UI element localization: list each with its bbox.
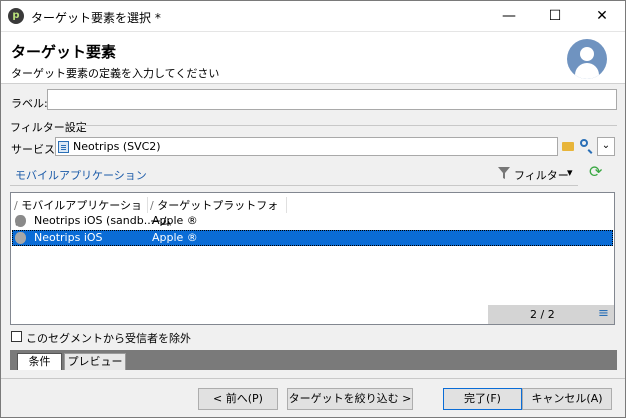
column-header-platform[interactable]: ∕ ターゲットプラットフォーム (150, 197, 287, 228)
exclude-checkbox-label: このセグメントから受信者を除外 (26, 332, 191, 345)
service-dropdown-button[interactable]: ⌄ (597, 137, 615, 156)
filter-icon (498, 167, 510, 179)
service-caption: サービス: (11, 143, 59, 156)
record-count: 2 / 2 (530, 308, 555, 321)
service-icon (58, 141, 69, 153)
column-header-app[interactable]: ∕ モバイルアプリケーション (14, 197, 148, 228)
table-row-selected[interactable]: Neotrips iOS Apple ® (12, 230, 613, 246)
folder-button[interactable] (559, 137, 577, 156)
exclude-checkbox[interactable] (11, 331, 22, 342)
apple-icon (15, 232, 26, 244)
chevron-down-icon: ⌄ (601, 140, 611, 151)
list-menu-icon[interactable]: ≡ (598, 306, 609, 321)
platform-cell: Apple ® (152, 214, 198, 227)
dialog-window: p ターゲット要素を選択 * — ☐ ✕ ターゲット要素 ターゲット要素の定義を… (0, 0, 626, 418)
mobile-app-grid: ∕ モバイルアプリケーション ∕ ターゲットプラットフォーム Neotrips … (10, 192, 615, 325)
platform-cell: Apple ® (152, 231, 198, 244)
tab-preview[interactable]: プレビュー (64, 353, 126, 370)
footer-divider (1, 378, 625, 379)
label-caption: ラベル: (11, 97, 48, 110)
app-icon: p (8, 8, 24, 24)
search-icon (580, 139, 588, 147)
window-title: ターゲット要素を選択 * (31, 11, 161, 25)
app-name-cell: Neotrips iOS (sandb... (34, 214, 155, 227)
finish-button[interactable]: 完了(F) (443, 388, 522, 410)
label-input[interactable] (47, 89, 617, 110)
maximize-button[interactable]: ☐ (532, 1, 578, 31)
grid-footer: 2 / 2 ≡ (488, 305, 614, 324)
app-name-cell: Neotrips iOS (34, 231, 103, 244)
apple-icon (15, 215, 26, 227)
dialog-header: ターゲット要素 ターゲット要素の定義を入力してください (1, 31, 625, 84)
filter-dropdown-arrow[interactable]: ▾ (567, 166, 573, 179)
refresh-icon[interactable]: ⟳ (589, 162, 602, 181)
close-button[interactable]: ✕ (579, 1, 625, 31)
service-field[interactable]: Neotrips (SVC2) (55, 137, 558, 156)
folder-icon (562, 142, 574, 151)
prev-button[interactable]: < 前へ(P) (198, 388, 278, 410)
header-subtitle: ターゲット要素の定義を入力してください (11, 67, 220, 80)
user-avatar-icon (567, 39, 607, 79)
header-title: ターゲット要素 (11, 43, 117, 61)
tab-bar: 条件 プレビュー (10, 350, 617, 370)
filter-section-title: フィルター設定 (10, 121, 87, 134)
title-bar: p ターゲット要素を選択 * — ☐ ✕ (1, 1, 625, 31)
refine-target-button[interactable]: ターゲットを絞り込む > (287, 388, 413, 410)
filter-divider (77, 125, 617, 126)
minimize-button[interactable]: — (486, 1, 532, 31)
cancel-button[interactable]: キャンセル(A) (522, 388, 612, 410)
search-button[interactable] (577, 137, 595, 156)
tab-conditions[interactable]: 条件 (17, 353, 62, 370)
service-value: Neotrips (SVC2) (73, 140, 161, 153)
list-divider (10, 185, 578, 186)
filter-button[interactable]: フィルター (514, 167, 569, 183)
table-row[interactable]: Neotrips iOS (sandb... Apple ® (12, 213, 613, 229)
list-section-title: モバイルアプリケーション (15, 169, 147, 182)
